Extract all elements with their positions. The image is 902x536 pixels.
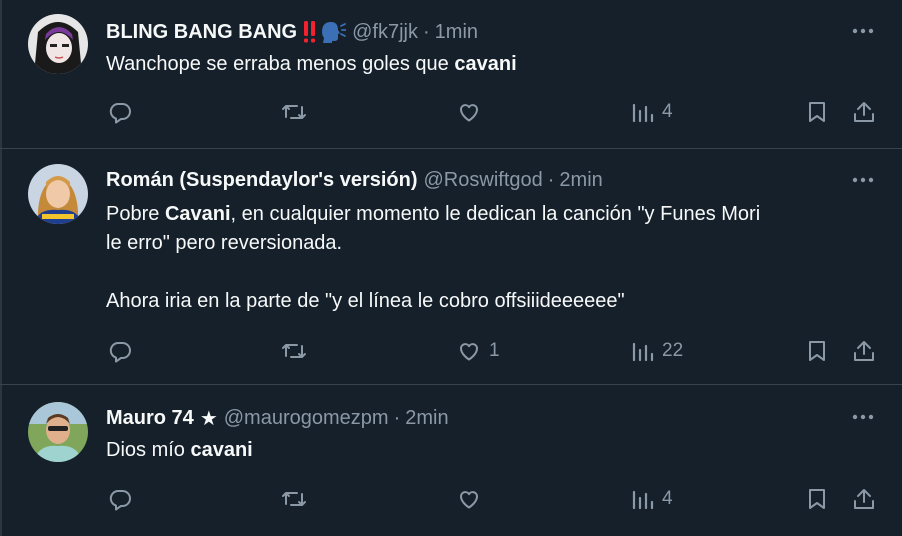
- retweet-icon: [282, 344, 306, 358]
- action-bar: 4: [0, 484, 902, 514]
- views-button[interactable]: 4: [632, 97, 673, 127]
- search-highlight: cavani: [454, 53, 517, 75]
- retweet-button[interactable]: [281, 97, 315, 127]
- share-icon: [854, 102, 874, 122]
- share-icon: [854, 489, 874, 509]
- tweet-header: Mauro 74 ★ @maurogomezpm · 2min: [106, 404, 449, 432]
- star-icon: ★: [199, 407, 218, 430]
- avatar[interactable]: [28, 402, 88, 462]
- tweet-text-part: , en cualquier momento le dedican la can…: [230, 203, 761, 225]
- avatar[interactable]: [28, 14, 88, 74]
- tweet-text-part: Wanchope se erraba menos goles que: [106, 53, 455, 75]
- bookmark-button[interactable]: [806, 336, 828, 366]
- bookmark-icon: [809, 341, 825, 361]
- tweet-header: Román (Suspendaylor's versión) @Roswiftg…: [106, 166, 603, 194]
- display-name[interactable]: Mauro 74: [106, 407, 194, 430]
- reply-button[interactable]: [108, 97, 140, 127]
- display-name[interactable]: BLING BANG BANG: [106, 21, 297, 44]
- timestamp[interactable]: 2min: [405, 407, 448, 430]
- bookmark-icon: [809, 489, 825, 509]
- share-button[interactable]: [852, 336, 876, 366]
- like-button[interactable]: [457, 97, 489, 127]
- like-button[interactable]: 1: [457, 336, 500, 366]
- timestamp[interactable]: 1min: [435, 21, 478, 44]
- separator: ·: [422, 20, 430, 43]
- handle[interactable]: @maurogomezpm: [224, 407, 389, 430]
- retweet-button[interactable]: [281, 484, 315, 514]
- action-bar: 1 22: [0, 336, 902, 366]
- tweet[interactable]: Román (Suspendaylor's versión) @Roswiftg…: [0, 149, 902, 384]
- heart-icon: [460, 343, 478, 361]
- handle[interactable]: @fk7jjk: [352, 21, 418, 44]
- handle[interactable]: @Roswiftgod: [424, 169, 543, 192]
- views-icon: [632, 490, 654, 510]
- tweet-header: BLING BANG BANG @fk7jjk · 1min: [106, 18, 478, 46]
- tweet-text: Pobre Cavani, en cualquier momento le de…: [106, 200, 876, 316]
- more-icon: [852, 177, 874, 183]
- search-highlight: Cavani: [164, 203, 231, 225]
- tweet-line: le erro" pero reversionada.: [106, 232, 343, 254]
- bookmark-button[interactable]: [806, 484, 828, 514]
- more-icon: [852, 414, 874, 420]
- views-icon: [632, 342, 654, 362]
- tweet-line: Ahora iria en la parte de "y el línea le…: [106, 290, 625, 312]
- views-count: 4: [662, 101, 673, 122]
- more-button[interactable]: [850, 18, 876, 44]
- retweet-icon: [282, 105, 306, 119]
- tweet-text: Dios mío cavani: [106, 436, 876, 465]
- reply-button[interactable]: [108, 484, 140, 514]
- views-button[interactable]: 22: [632, 336, 683, 366]
- more-icon: [852, 28, 874, 34]
- action-bar: 4: [0, 97, 902, 127]
- bookmark-icon: [809, 102, 825, 122]
- views-count: 22: [662, 340, 684, 361]
- display-name[interactable]: Román (Suspendaylor's versión): [106, 169, 418, 192]
- reply-icon: [109, 342, 131, 363]
- tweet[interactable]: Mauro 74 ★ @maurogomezpm · 2min Dios mío…: [0, 385, 902, 536]
- heart-icon: [460, 491, 478, 509]
- separator: ·: [547, 168, 555, 191]
- avatar[interactable]: [28, 164, 88, 224]
- tweet-text: Wanchope se erraba menos goles que cavan…: [106, 50, 876, 79]
- tweet-text-part: Dios mío: [106, 439, 191, 461]
- timestamp[interactable]: 2min: [559, 169, 602, 192]
- tweet[interactable]: BLING BANG BANG @fk7jjk · 1min Wanchope …: [0, 0, 902, 148]
- heart-icon: [460, 104, 478, 122]
- retweet-button[interactable]: [281, 336, 315, 366]
- retweet-icon: [282, 492, 306, 506]
- views-count: 4: [662, 488, 673, 509]
- more-button[interactable]: [850, 404, 876, 430]
- more-button[interactable]: [850, 167, 876, 193]
- views-button[interactable]: 4: [632, 484, 673, 514]
- double-exclamation-icon: [304, 21, 316, 43]
- name-emoji: [303, 20, 347, 44]
- like-count: 1: [489, 340, 500, 361]
- reply-icon: [109, 490, 131, 511]
- speaking-head-icon: [322, 22, 347, 43]
- share-button[interactable]: [852, 97, 876, 127]
- share-icon: [854, 341, 874, 361]
- like-button[interactable]: [457, 484, 489, 514]
- search-highlight: cavani: [190, 439, 253, 461]
- separator: ·: [393, 406, 401, 429]
- bookmark-button[interactable]: [806, 97, 828, 127]
- reply-button[interactable]: [108, 336, 140, 366]
- share-button[interactable]: [852, 484, 876, 514]
- tweet-line: Pobre Cavani, en cualquier momento le de…: [106, 200, 876, 229]
- views-icon: [632, 103, 654, 123]
- reply-icon: [109, 103, 131, 124]
- tweet-text-part: Pobre: [106, 203, 165, 225]
